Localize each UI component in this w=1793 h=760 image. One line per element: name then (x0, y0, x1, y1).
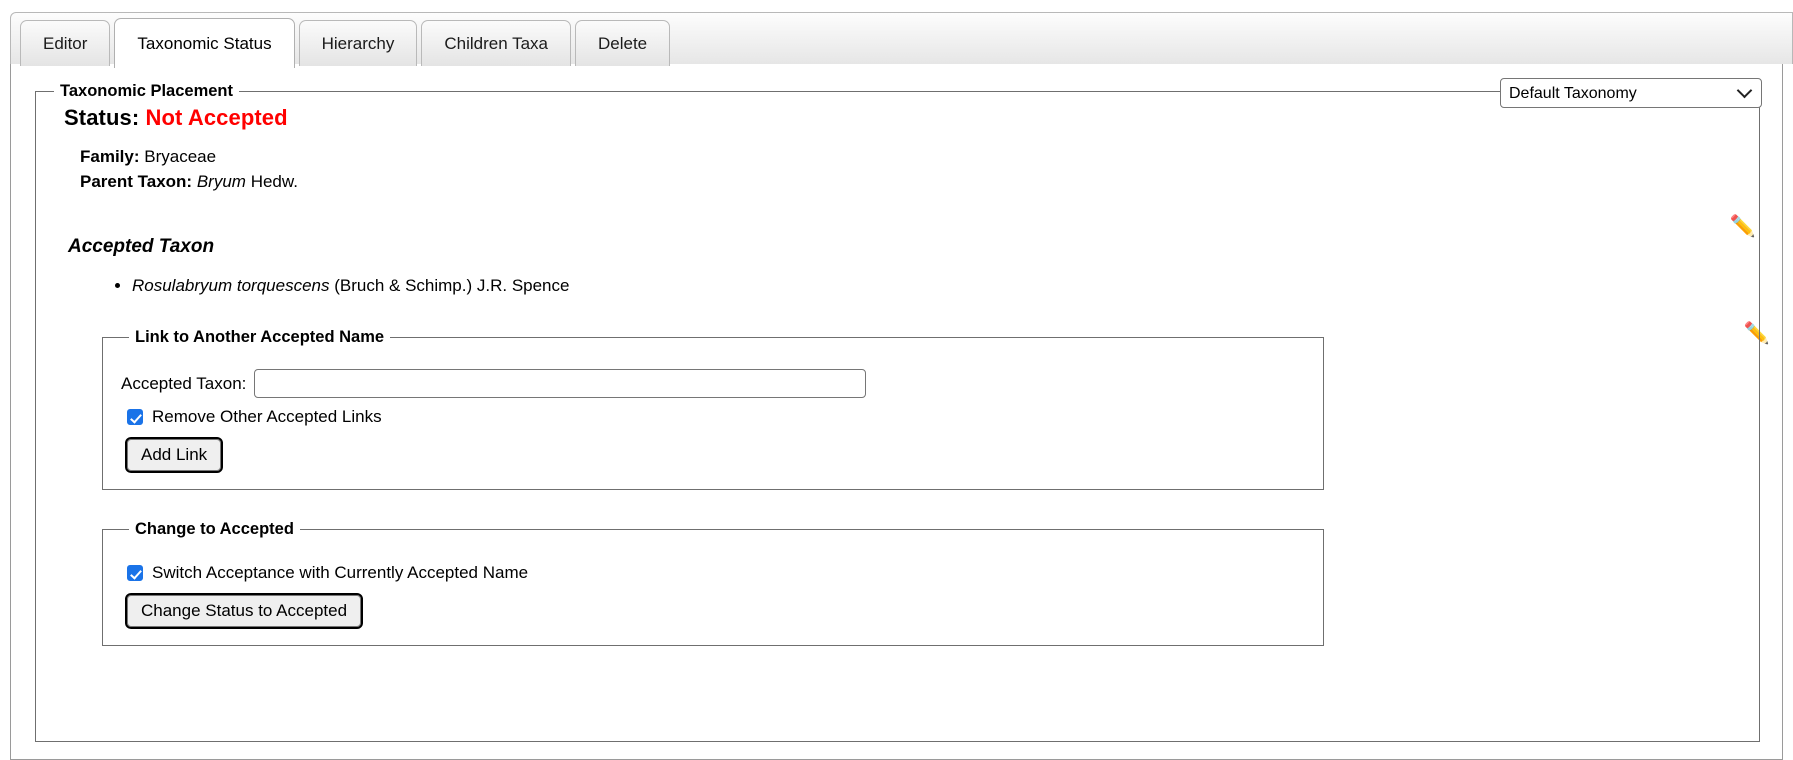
taxonomic-placement-legend: Taxonomic Placement (60, 82, 234, 100)
tab-hierarchy[interactable]: Hierarchy (298, 20, 418, 66)
tab-label: Children Taxa (444, 33, 548, 53)
status-line: Status: Not Accepted (64, 105, 1745, 131)
tab-label: Hierarchy (321, 33, 395, 53)
link-accepted-name-legend: Link to Another Accepted Name (135, 328, 385, 347)
accepted-taxon-name: Rosulabryum torquescens (132, 276, 330, 296)
link-accepted-name-fieldset: Link to Another Accepted Name Accepted T… (102, 328, 1324, 491)
tab-delete[interactable]: Delete (575, 20, 671, 66)
remove-other-links-row: Remove Other Accepted Links (127, 407, 1305, 427)
tab-list: Editor Taxonomic Status Hierarchy Childr… (20, 18, 671, 68)
accepted-taxon-input-row: Accepted Taxon: (121, 369, 1305, 399)
accepted-taxon-heading: Accepted Taxon (68, 236, 215, 258)
list-item: Rosulabryum torquescens (Bruch & Schimp.… (132, 274, 1745, 298)
parent-taxon-name: Bryum (196, 171, 246, 191)
tab-bar: Editor Taxonomic Status Hierarchy Childr… (0, 0, 1793, 68)
tab-label: Editor (43, 33, 88, 53)
switch-acceptance-label: Switch Acceptance with Currently Accepte… (152, 563, 529, 583)
placement-details: Family: Bryaceae Parent Taxon: Bryum Hed… (80, 145, 1745, 194)
taxonomy-select[interactable]: Default Taxonomy (1500, 78, 1762, 108)
tab-panel-taxonomic-status: Default Taxonomy ✏️ ✏️ Taxonomic Placeme… (10, 64, 1783, 760)
change-to-accepted-legend: Change to Accepted (135, 520, 294, 539)
taxonomic-placement-fieldset: Taxonomic Placement Status: Not Accepted… (35, 82, 1760, 742)
accepted-taxon-input-label: Accepted Taxon: (121, 373, 247, 393)
parent-taxon-row: Parent Taxon: Bryum Hedw. (80, 170, 1745, 195)
family-value: Bryaceae (144, 147, 217, 166)
tab-label: Delete (598, 33, 648, 53)
parent-taxon-author: Hedw. (250, 171, 298, 191)
add-link-button[interactable]: Add Link (124, 437, 224, 474)
parent-taxon-label: Parent Taxon: (80, 171, 193, 191)
status-label: Status: (64, 105, 140, 130)
remove-other-accepted-links-label: Remove Other Accepted Links (152, 407, 382, 427)
change-status-to-accepted-button[interactable]: Change Status to Accepted (124, 593, 364, 630)
tab-children-taxa[interactable]: Children Taxa (421, 20, 571, 66)
family-row: Family: Bryaceae (80, 145, 1745, 170)
status-badge: Not Accepted (145, 105, 288, 130)
taxonomy-select-wrapper: Default Taxonomy (1500, 78, 1762, 108)
remove-other-accepted-links-checkbox[interactable] (127, 409, 143, 426)
family-label: Family: (80, 147, 140, 166)
switch-acceptance-checkbox[interactable] (127, 565, 143, 582)
tab-editor[interactable]: Editor (20, 20, 111, 66)
tab-label: Taxonomic Status (137, 33, 272, 53)
tab-taxonomic-status[interactable]: Taxonomic Status (114, 18, 295, 68)
switch-acceptance-row: Switch Acceptance with Currently Accepte… (127, 563, 1305, 583)
accepted-taxon-author: (Bruch & Schimp.) J.R. Spence (334, 276, 570, 296)
accepted-taxon-list: Rosulabryum torquescens (Bruch & Schimp.… (50, 274, 1745, 298)
change-to-accepted-fieldset: Change to Accepted Switch Acceptance wit… (102, 520, 1324, 647)
accepted-taxon-input[interactable] (254, 369, 867, 399)
